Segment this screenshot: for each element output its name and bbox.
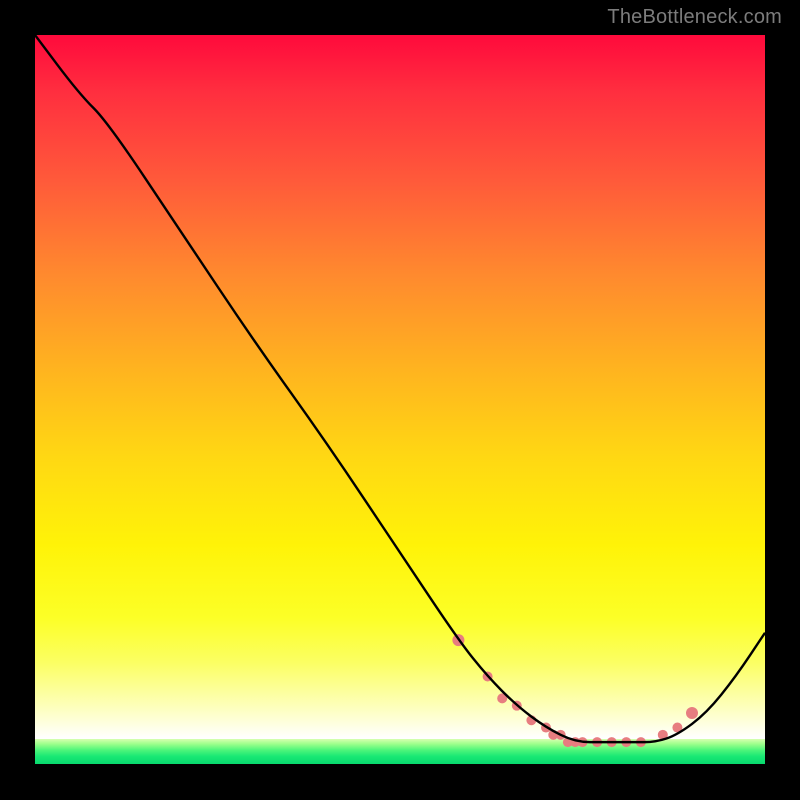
plot-area bbox=[35, 35, 765, 764]
watermark-text: TheBottleneck.com bbox=[607, 6, 782, 29]
marker-dot bbox=[686, 707, 698, 719]
chart-frame: TheBottleneck.com bbox=[0, 0, 800, 800]
valley-markers bbox=[452, 634, 698, 747]
bottleneck-curve bbox=[35, 35, 765, 742]
chart-svg bbox=[35, 35, 765, 764]
